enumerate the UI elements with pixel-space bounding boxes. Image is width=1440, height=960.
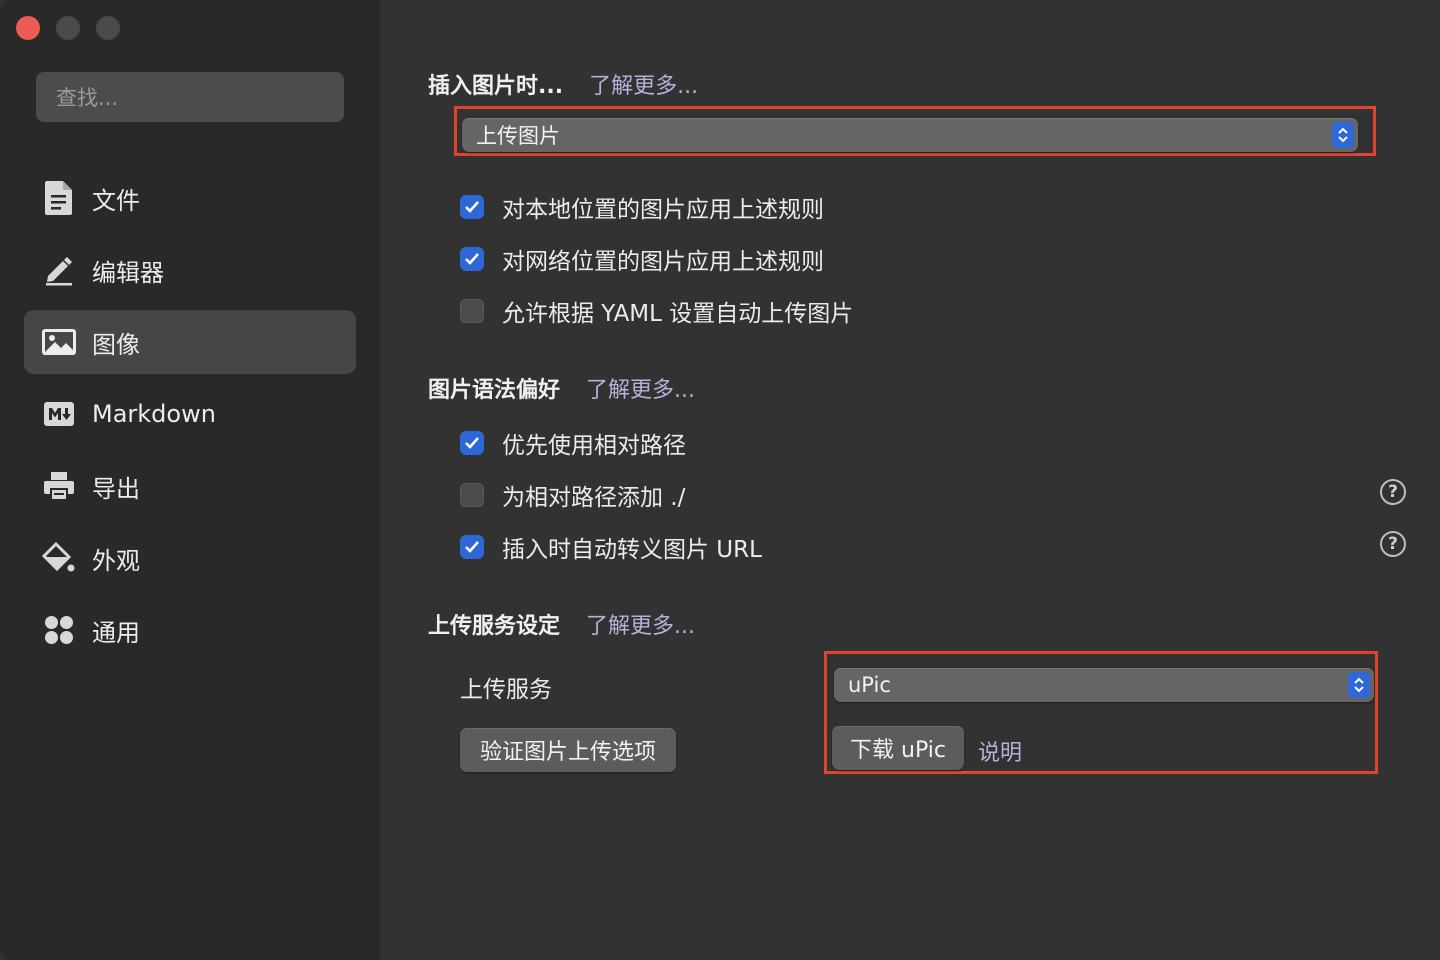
sidebar-item-label: Markdown (92, 400, 216, 428)
upload-service-section-title: 上传服务设定 了解更多... (428, 608, 695, 640)
option-label: 对本地位置的图片应用上述规则 (502, 197, 824, 223)
checkmark-icon (465, 541, 479, 553)
insert-image-section-title: 插入图片时... 了解更多... (428, 68, 698, 100)
sidebar-item-general[interactable]: 通用 (24, 598, 356, 662)
sidebar-item-label: 导出 (92, 474, 140, 503)
chevron-up-down-icon (1348, 672, 1370, 698)
sidebar-nav: 文件 编辑器 图像 Markdown 导出 外观 通用 (24, 166, 356, 670)
sidebar-item-label: 编辑器 (92, 258, 164, 287)
search-input[interactable]: 查找... (36, 72, 344, 122)
checkbox-checked[interactable] (460, 247, 484, 271)
option-label: 对网络位置的图片应用上述规则 (502, 249, 824, 275)
sidebar: 查找... 文件 编辑器 图像 Markdown 导出 外观 通用 (0, 0, 380, 960)
checkbox-checked[interactable] (460, 431, 484, 455)
sidebar-item-appearance[interactable]: 外观 (24, 526, 356, 590)
sidebar-item-label: 通用 (92, 618, 140, 647)
upload-service-label: 上传服务 (460, 677, 552, 703)
option-label: 为相对路径添加 ./ (502, 485, 686, 511)
option-label: 优先使用相对路径 (502, 433, 686, 459)
pencil-icon (40, 251, 78, 289)
option-add-dot-slash[interactable]: 为相对路径添加 ./ (460, 478, 685, 512)
upload-service-select[interactable]: uPic (834, 668, 1374, 702)
option-yaml-upload[interactable]: 允许根据 YAML 设置自动上传图片 (460, 294, 853, 328)
select-value: 上传图片 (476, 124, 560, 148)
checkmark-icon (465, 437, 479, 449)
zoom-window-button[interactable] (96, 16, 120, 40)
grid-icon (40, 611, 78, 649)
image-syntax-section-title: 图片语法偏好 了解更多... (428, 372, 695, 404)
option-label: 插入时自动转义图片 URL (502, 537, 762, 563)
image-icon (40, 323, 78, 361)
sidebar-item-image[interactable]: 图像 (24, 310, 356, 374)
instructions-link[interactable]: 说明 (978, 735, 1022, 767)
checkbox-checked[interactable] (460, 195, 484, 219)
checkmark-icon (465, 253, 479, 265)
document-icon (40, 179, 78, 217)
option-label: 允许根据 YAML 设置自动上传图片 (502, 301, 854, 327)
sidebar-item-label: 图像 (92, 330, 140, 359)
close-window-button[interactable] (16, 16, 40, 40)
sidebar-item-editor[interactable]: 编辑器 (24, 238, 356, 302)
learn-more-link[interactable]: 了解更多... (586, 372, 695, 404)
sidebar-item-markdown[interactable]: Markdown (24, 382, 356, 446)
sidebar-item-label: 外观 (92, 546, 140, 575)
minimize-window-button[interactable] (56, 16, 80, 40)
window-controls (16, 16, 120, 40)
chevron-up-down-icon (1332, 122, 1354, 148)
button-label: 验证图片上传选项 (479, 740, 656, 765)
option-apply-local[interactable]: 对本地位置的图片应用上述规则 (460, 190, 824, 224)
search-placeholder: 查找... (56, 86, 119, 110)
printer-icon (40, 467, 78, 505)
learn-more-link[interactable]: 了解更多... (589, 68, 698, 100)
markdown-icon (40, 395, 78, 433)
section-heading: 上传服务设定 (428, 614, 561, 639)
checkmark-icon (465, 201, 479, 213)
learn-more-link[interactable]: 了解更多... (586, 608, 695, 640)
option-prefer-relative[interactable]: 优先使用相对路径 (460, 426, 686, 460)
preferences-window: 查找... 文件 编辑器 图像 Markdown 导出 外观 通用 插入图片时.… (0, 0, 1440, 960)
checkbox-checked[interactable] (460, 535, 484, 559)
sidebar-item-export[interactable]: 导出 (24, 454, 356, 518)
option-escape-url[interactable]: 插入时自动转义图片 URL (460, 530, 762, 564)
sidebar-item-label: 文件 (92, 186, 140, 215)
verify-upload-button[interactable]: 验证图片上传选项 (460, 728, 676, 772)
section-heading: 图片语法偏好 (428, 378, 561, 403)
download-upic-button[interactable]: 下载 uPic (832, 726, 964, 770)
section-heading: 插入图片时... (428, 74, 564, 99)
select-value: uPic (848, 673, 891, 697)
main-panel: 插入图片时... 了解更多... 上传图片 对本地位置的图片应用上述规则 对网络… (380, 0, 1440, 960)
checkbox-unchecked[interactable] (460, 483, 484, 507)
button-label: 下载 uPic (850, 738, 946, 763)
paint-bucket-icon (40, 539, 78, 577)
help-icon[interactable]: ? (1380, 479, 1406, 505)
insert-action-select[interactable]: 上传图片 (462, 118, 1358, 152)
checkbox-unchecked[interactable] (460, 299, 484, 323)
option-apply-network[interactable]: 对网络位置的图片应用上述规则 (460, 242, 824, 276)
help-icon[interactable]: ? (1380, 531, 1406, 557)
sidebar-item-files[interactable]: 文件 (24, 166, 356, 230)
